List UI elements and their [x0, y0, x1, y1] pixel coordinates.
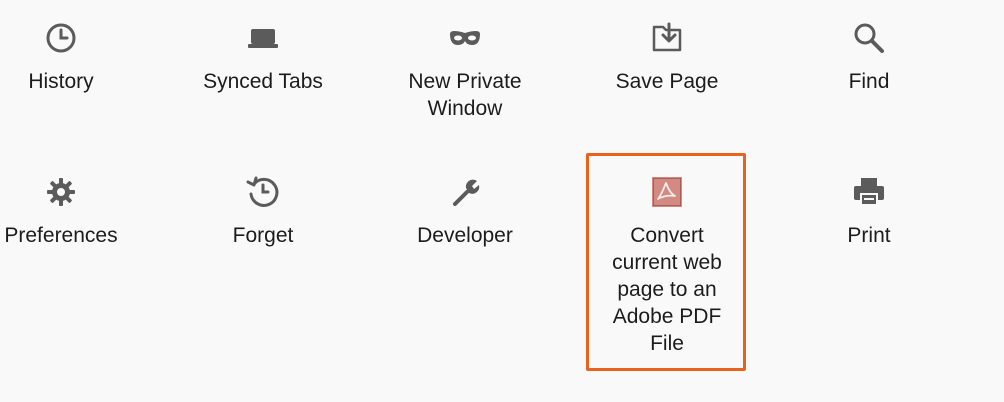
menu-item-label: History: [28, 70, 94, 93]
menu-item-label: Forget: [232, 224, 294, 247]
menu-item-label: New Private Window: [408, 70, 522, 120]
forget-icon: [243, 174, 283, 210]
adobe-pdf-icon: [647, 174, 687, 210]
menu-item-new-private-window[interactable]: New Private Window: [380, 20, 550, 122]
search-icon: [849, 20, 889, 56]
menu-item-label: Print: [847, 224, 891, 247]
menu-item-label: Synced Tabs: [203, 70, 323, 93]
menu-item-label: Developer: [417, 224, 513, 247]
menu-item-synced-tabs[interactable]: Synced Tabs: [178, 20, 348, 95]
menu-item-history[interactable]: History: [0, 20, 146, 95]
clock-icon: [41, 20, 81, 56]
menu-item-label: Save Page: [615, 70, 719, 93]
menu-item-label: Find: [848, 70, 890, 93]
menu-item-print[interactable]: Print: [784, 174, 954, 249]
save-page-icon: [647, 20, 687, 56]
mask-icon: [445, 20, 485, 56]
menu-item-developer[interactable]: Developer: [380, 174, 550, 249]
menu-item-convert-pdf[interactable]: Convert current web page to an Adobe PDF…: [582, 174, 752, 357]
menu-item-save-page[interactable]: Save Page: [582, 20, 752, 95]
menu-item-forget[interactable]: Forget: [178, 174, 348, 249]
menu-item-find[interactable]: Find: [784, 20, 954, 95]
menu-item-preferences[interactable]: Preferences: [0, 174, 146, 249]
gear-icon: [41, 174, 81, 210]
printer-icon: [849, 174, 889, 210]
wrench-icon: [445, 174, 485, 210]
synced-tabs-icon: [243, 20, 283, 56]
menu-item-label: Preferences: [4, 224, 118, 247]
app-menu-panel: History Synced Tabs New Private Window S…: [0, 0, 1004, 402]
menu-item-label: Convert current web page to an Adobe PDF…: [612, 224, 722, 355]
